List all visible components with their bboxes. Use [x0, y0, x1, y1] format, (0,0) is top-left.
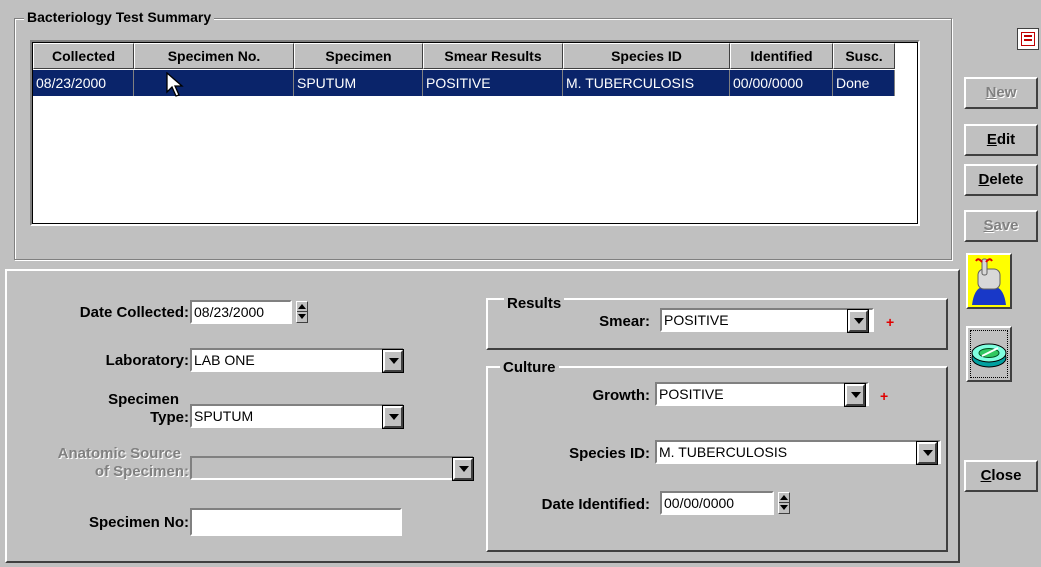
summary-title: Bacteriology Test Summary: [24, 9, 215, 25]
new-button[interactable]: New: [964, 77, 1038, 109]
laboratory-dropdown-button[interactable]: [382, 349, 404, 373]
cell-identified: 00/00/0000: [730, 70, 833, 96]
specimen-type-label-line1: Specimen: [108, 391, 179, 408]
smear-label: Smear:: [599, 313, 650, 330]
date-identified-field[interactable]: 00/00/0000: [660, 491, 774, 515]
col-specimen-no[interactable]: Specimen No.: [134, 43, 294, 69]
specimen-type-dropdown-button[interactable]: [382, 405, 404, 429]
date-identified-label: Date Identified:: [541, 496, 650, 513]
anatomic-source-label-line2: of Specimen:: [94, 463, 189, 480]
edit-button[interactable]: Edit: [964, 124, 1038, 156]
smear-required-marker: +: [886, 314, 895, 330]
date-collected-field[interactable]: 08/23/2000: [190, 300, 292, 324]
col-smear-results[interactable]: Smear Results: [423, 43, 563, 69]
cell-susc: Done: [833, 70, 895, 96]
species-id-label: Species ID:: [569, 445, 650, 462]
date-identified-spinner[interactable]: [778, 492, 790, 514]
grid-header: Collected Specimen No. Specimen Smear Re…: [33, 43, 895, 69]
culture-title: Culture: [500, 360, 559, 376]
results-title: Results: [504, 296, 565, 312]
anatomic-source-dropdown-button[interactable]: [452, 457, 474, 481]
cell-specimen-no: [134, 70, 294, 96]
col-collected[interactable]: Collected: [33, 43, 134, 69]
col-specimen[interactable]: Specimen: [294, 43, 423, 69]
col-species-id[interactable]: Species ID: [563, 43, 730, 69]
smear-field[interactable]: POSITIVE: [660, 308, 874, 332]
growth-label: Growth:: [592, 387, 651, 404]
specimen-type-label-line2: Type:: [150, 409, 189, 426]
reminder-button[interactable]: [966, 253, 1012, 309]
specimen-no-label: Specimen No:: [88, 514, 189, 531]
table-row[interactable]: 08/23/2000 SPUTUM POSITIVE M. TUBERCULOS…: [33, 70, 895, 96]
anatomic-source-field[interactable]: [190, 456, 474, 480]
col-susc[interactable]: Susc.: [833, 43, 895, 69]
smear-dropdown-button[interactable]: [847, 309, 869, 333]
cell-smear: POSITIVE: [423, 70, 563, 96]
cell-specimen: SPUTUM: [294, 70, 423, 96]
growth-dropdown-button[interactable]: [844, 383, 866, 407]
mouse-pointer-icon: [166, 72, 184, 97]
specimen-no-field[interactable]: [190, 508, 402, 536]
col-identified[interactable]: Identified: [730, 43, 833, 69]
growth-required-marker: +: [880, 388, 889, 404]
report-icon[interactable]: [1017, 28, 1039, 50]
anatomic-source-label-line1: Anatomic Source: [57, 445, 181, 462]
laboratory-label: Laboratory:: [105, 352, 189, 369]
growth-field[interactable]: POSITIVE: [655, 382, 869, 406]
culture-button[interactable]: [966, 326, 1012, 382]
species-id-field[interactable]: M. TUBERCULOSIS: [655, 440, 941, 464]
save-button[interactable]: Save: [964, 210, 1038, 242]
specimen-type-field[interactable]: SPUTUM: [190, 404, 404, 428]
petri-dish-icon: [971, 343, 1007, 368]
close-button[interactable]: Close: [964, 460, 1038, 492]
date-collected-label: Date Collected:: [79, 304, 189, 321]
delete-button[interactable]: Delete: [964, 164, 1038, 196]
species-id-dropdown-button[interactable]: [916, 441, 938, 465]
laboratory-field[interactable]: LAB ONE: [190, 348, 404, 372]
summary-grid[interactable]: Collected Specimen No. Specimen Smear Re…: [30, 40, 920, 226]
cell-collected: 08/23/2000: [33, 70, 134, 96]
hand-reminder-icon: [972, 258, 1006, 305]
cell-species: M. TUBERCULOSIS: [563, 70, 730, 96]
date-collected-spinner[interactable]: [296, 301, 308, 323]
